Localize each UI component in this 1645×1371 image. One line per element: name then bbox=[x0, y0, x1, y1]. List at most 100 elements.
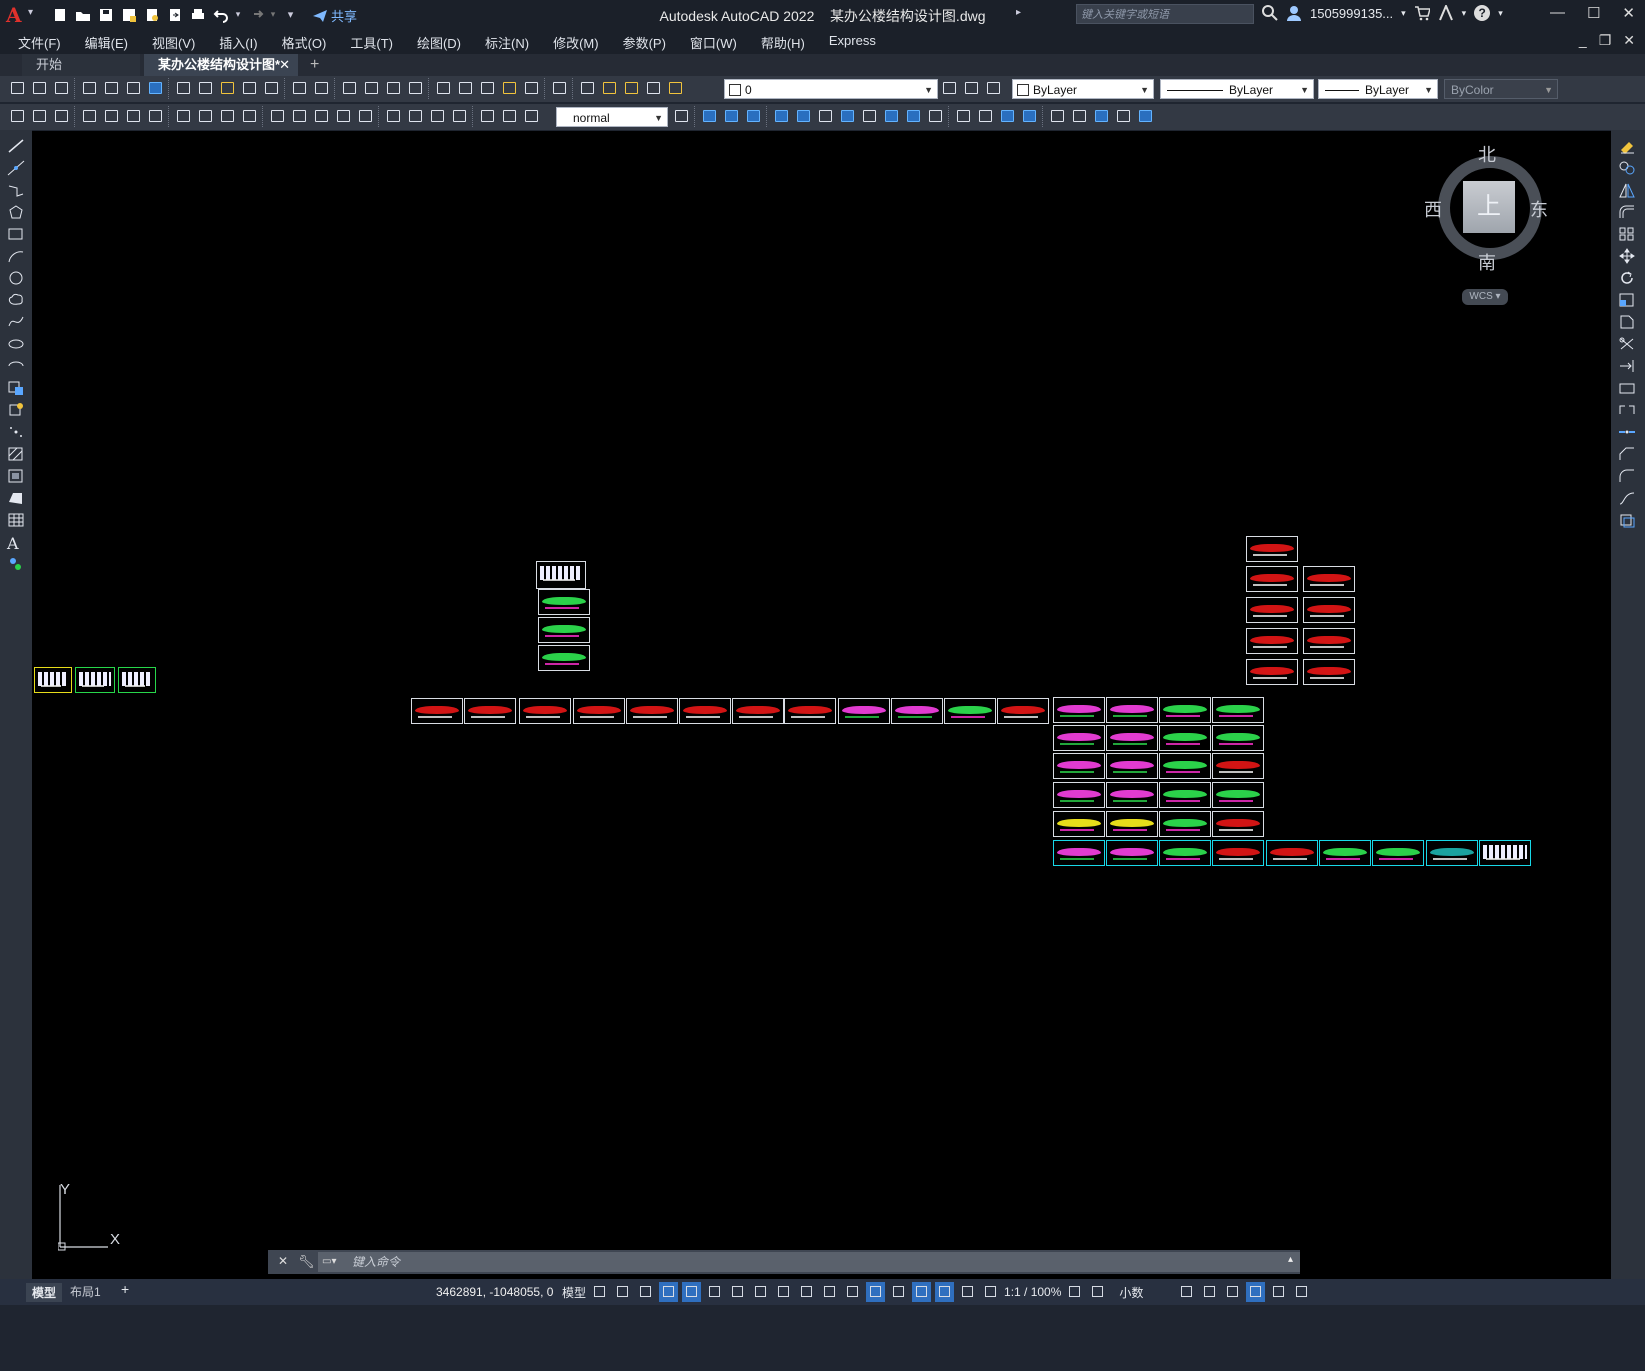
menu-window[interactable]: 窗口(W) bbox=[690, 33, 737, 52]
maximize-icon[interactable]: ☐ bbox=[1587, 4, 1600, 22]
open-from-web-icon[interactable] bbox=[142, 5, 161, 24]
arc-icon[interactable] bbox=[7, 248, 25, 264]
copy-faces-icon[interactable] bbox=[904, 106, 923, 127]
copy-object-icon[interactable] bbox=[1618, 160, 1636, 176]
search-input[interactable]: 键入关键字或短语 bbox=[1076, 4, 1254, 24]
radius-dimension-icon[interactable] bbox=[174, 106, 193, 127]
viewcube[interactable]: 上 北 南 东 西 bbox=[1424, 141, 1555, 273]
jogged-linear-icon[interactable] bbox=[450, 106, 469, 127]
dimension-edit-icon[interactable] bbox=[478, 106, 497, 127]
dynamic-input-icon[interactable] bbox=[659, 1282, 679, 1302]
dimension-space-icon[interactable] bbox=[334, 106, 353, 127]
compass-west[interactable]: 西 bbox=[1424, 196, 1442, 222]
dimension-text-edit-icon[interactable] bbox=[500, 106, 519, 127]
layer-on-icon[interactable] bbox=[600, 78, 619, 99]
explode-icon[interactable] bbox=[1618, 512, 1636, 528]
gradient-icon[interactable] bbox=[7, 468, 25, 484]
3d-object-snap-icon[interactable] bbox=[866, 1282, 886, 1302]
quick-properties-icon[interactable] bbox=[1177, 1282, 1196, 1302]
save-icon[interactable] bbox=[96, 5, 115, 24]
intersect-icon[interactable] bbox=[744, 106, 763, 127]
delete-faces-icon[interactable] bbox=[838, 106, 857, 127]
make-current-layer-icon[interactable] bbox=[940, 78, 959, 99]
subtract-icon[interactable] bbox=[722, 106, 741, 127]
array-icon[interactable] bbox=[1618, 226, 1636, 242]
compass-south[interactable]: 南 bbox=[1478, 249, 1496, 275]
text-style-dropdown[interactable]: normal ▼ bbox=[556, 107, 668, 127]
layout1-tab[interactable]: 布局1 bbox=[70, 1283, 101, 1300]
tab-start[interactable]: 开始 bbox=[22, 54, 140, 76]
plot-preview-icon[interactable] bbox=[102, 78, 121, 99]
new-tab-icon[interactable]: + bbox=[310, 54, 319, 76]
break-icon[interactable] bbox=[1618, 402, 1636, 418]
diameter-dimension-icon[interactable] bbox=[218, 106, 237, 127]
plot-icon[interactable] bbox=[188, 5, 207, 24]
open-icon[interactable] bbox=[30, 78, 49, 99]
arc-length-icon[interactable] bbox=[124, 106, 143, 127]
stretch-icon[interactable] bbox=[1618, 314, 1636, 330]
insert-block-icon[interactable] bbox=[7, 380, 25, 396]
units-value[interactable]: 小数 bbox=[1119, 1284, 1143, 1301]
dimension-break-icon[interactable] bbox=[356, 106, 375, 127]
inspection-icon[interactable] bbox=[428, 106, 447, 127]
redo-icon[interactable] bbox=[246, 5, 265, 24]
dim-tool-1-icon[interactable] bbox=[8, 106, 27, 127]
command-close-icon[interactable]: ✕ bbox=[278, 1254, 288, 1268]
layer-match-icon[interactable] bbox=[984, 78, 1003, 99]
help-dropdown-icon[interactable]: ▾ bbox=[1498, 8, 1503, 19]
command-customize-icon[interactable]: 🔧︎ bbox=[298, 1254, 315, 1270]
menu-insert[interactable]: 插入(I) bbox=[219, 33, 257, 52]
scale-icon[interactable] bbox=[1618, 292, 1636, 308]
pan-icon[interactable] bbox=[340, 78, 359, 99]
object-snap-tracking-icon[interactable] bbox=[751, 1282, 770, 1302]
menu-express[interactable]: Express bbox=[829, 33, 876, 52]
color-dropdown[interactable]: ByLayer ▼ bbox=[1012, 79, 1154, 99]
lineweight-display-icon[interactable] bbox=[797, 1282, 816, 1302]
menu-modify[interactable]: 修改(M) bbox=[553, 33, 599, 52]
rotate-icon[interactable] bbox=[1618, 270, 1636, 286]
offset-faces-icon[interactable] bbox=[816, 106, 835, 127]
infer-constraints-icon[interactable] bbox=[636, 1282, 655, 1302]
close-icon[interactable]: ✕ bbox=[1622, 4, 1635, 22]
imprint-icon[interactable] bbox=[954, 106, 973, 127]
check-icon[interactable] bbox=[1048, 106, 1067, 127]
menu-edit[interactable]: 编辑(E) bbox=[85, 33, 128, 52]
multiline-text-icon[interactable]: A bbox=[7, 534, 25, 553]
layer-properties-icon[interactable] bbox=[578, 78, 597, 99]
dim-tool-3-icon[interactable] bbox=[52, 106, 71, 127]
layer-viewport-icon[interactable] bbox=[644, 78, 663, 99]
cut-icon[interactable] bbox=[174, 78, 193, 99]
union-icon[interactable] bbox=[700, 106, 719, 127]
extrude-faces-icon[interactable] bbox=[772, 106, 791, 127]
table-icon[interactable] bbox=[7, 512, 25, 528]
auto-scale-icon[interactable] bbox=[958, 1282, 977, 1302]
menu-dimension[interactable]: 标注(N) bbox=[485, 33, 529, 52]
command-history-icon[interactable]: ▭▾ bbox=[322, 1256, 336, 1267]
object-snap-icon[interactable] bbox=[774, 1282, 793, 1302]
fillet-icon[interactable] bbox=[1618, 468, 1636, 484]
selection-filter-icon[interactable] bbox=[912, 1282, 932, 1302]
ordinate-dimension-icon[interactable] bbox=[146, 106, 165, 127]
dimension-update-icon[interactable] bbox=[522, 106, 541, 127]
polar-tracking-icon[interactable] bbox=[705, 1282, 724, 1302]
polyline-icon[interactable] bbox=[7, 182, 25, 198]
revision-cloud-icon[interactable] bbox=[7, 292, 25, 308]
user-dropdown-icon[interactable]: ▾ bbox=[1401, 8, 1406, 19]
sheet-set-icon[interactable] bbox=[500, 78, 519, 99]
redo-dropdown-icon[interactable]: ▾ bbox=[269, 5, 277, 24]
cart-icon[interactable] bbox=[1414, 5, 1430, 21]
blend-curves-icon[interactable] bbox=[1618, 490, 1636, 506]
construction-line-icon[interactable] bbox=[7, 160, 25, 176]
polygon-icon[interactable] bbox=[7, 204, 25, 220]
block-editor-icon[interactable] bbox=[262, 78, 281, 99]
compass-east[interactable]: 东 bbox=[1530, 196, 1548, 222]
chamfer-icon[interactable] bbox=[1618, 446, 1636, 462]
trim-icon[interactable] bbox=[1618, 336, 1636, 352]
join-icon[interactable] bbox=[1618, 424, 1636, 440]
jogged-dimension-icon[interactable] bbox=[196, 106, 215, 127]
layer-thaw-icon[interactable] bbox=[622, 78, 641, 99]
lineweight-dropdown[interactable]: ByLayer ▼ bbox=[1318, 79, 1438, 99]
add-selected-icon[interactable] bbox=[7, 556, 25, 572]
extend-icon[interactable] bbox=[1618, 358, 1636, 374]
ellipse-icon[interactable] bbox=[7, 336, 25, 352]
